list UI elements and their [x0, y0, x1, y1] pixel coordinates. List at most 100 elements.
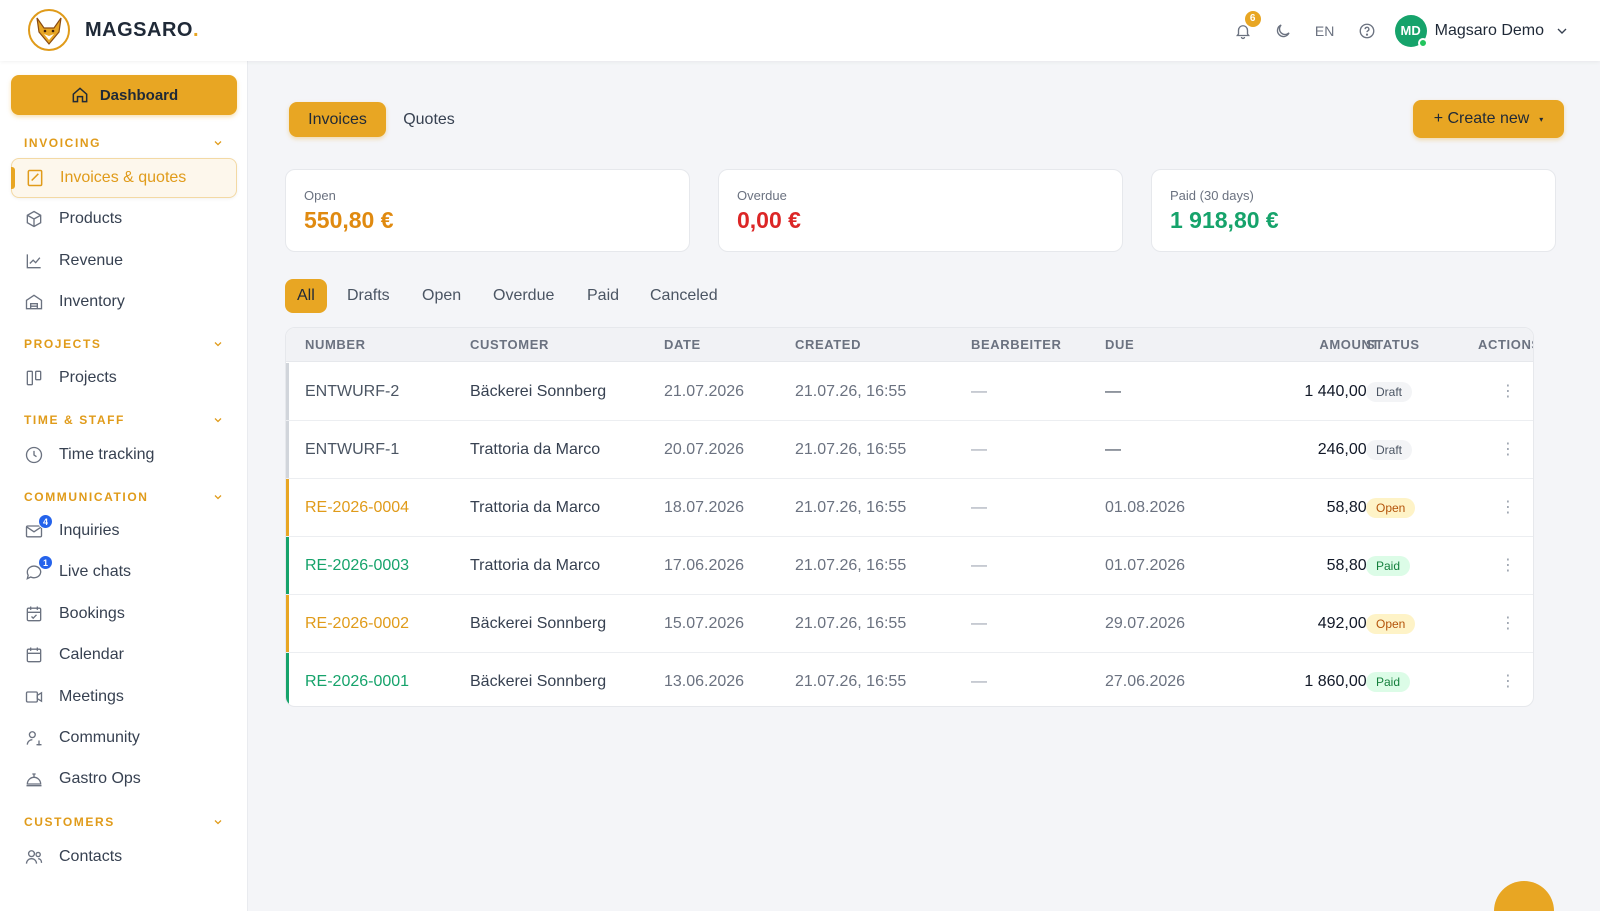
- help-icon[interactable]: [1355, 19, 1379, 43]
- col-actions: ACTIONS: [1478, 337, 1533, 352]
- chevron-down-icon: [214, 418, 222, 423]
- cell-customer: Bäckerei Sonnberg: [470, 673, 607, 690]
- notifications-count-badge: 6: [1244, 10, 1261, 27]
- filter-canceled[interactable]: Canceled: [650, 279, 718, 313]
- kpi-open-card: Open 550,80 €: [285, 169, 690, 252]
- create-new-button[interactable]: + Create new ▾: [1413, 100, 1564, 138]
- col-created[interactable]: CREATED: [795, 328, 861, 362]
- brand-logo[interactable]: MAGSARO.: [27, 8, 199, 52]
- cell-created: 21.07.26, 16:55: [795, 557, 907, 574]
- notifications-bell-icon[interactable]: 6: [1231, 10, 1261, 43]
- cell-number[interactable]: ENTWURF-2: [305, 363, 399, 421]
- sidebar-item-live-chats[interactable]: 1 Live chats: [11, 552, 237, 592]
- status-badge: Open: [1366, 498, 1416, 518]
- filter-overdue[interactable]: Overdue: [493, 279, 554, 313]
- sidebar-item-inquiries[interactable]: 4 Inquiries: [11, 511, 237, 551]
- cell-amount: 58,80 €: [1326, 499, 1380, 516]
- sidebar-item-invoices-quotes[interactable]: Invoices & quotes: [11, 158, 237, 198]
- cell-amount: 1 860,00 €: [1304, 673, 1380, 690]
- col-customer[interactable]: CUSTOMER: [470, 328, 549, 362]
- section-projects[interactable]: PROJECTS: [24, 336, 224, 352]
- status-badge: Paid: [1366, 672, 1411, 692]
- cell-number[interactable]: RE-2026-0004: [305, 479, 409, 537]
- cell-number[interactable]: RE-2026-0003: [305, 537, 409, 595]
- community-icon: [26, 731, 42, 746]
- floating-action-button[interactable]: [1494, 881, 1554, 911]
- kpi-open-label: Open: [304, 188, 336, 203]
- cell-number[interactable]: ENTWURF-1: [305, 421, 399, 479]
- sidebar-item-calendar[interactable]: Calendar: [11, 635, 237, 675]
- sidebar-item-community[interactable]: Community: [11, 718, 237, 758]
- row-actions-kebab-icon[interactable]: ⋮: [1500, 500, 1516, 516]
- cell-number[interactable]: RE-2026-0002: [305, 595, 409, 653]
- table-row[interactable]: ENTWURF-1 Trattoria da Marco 20.07.2026 …: [286, 421, 1533, 479]
- table-row[interactable]: RE-2026-0003 Trattoria da Marco 17.06.20…: [286, 537, 1533, 595]
- kanban-icon: [26, 370, 42, 386]
- table-row[interactable]: RE-2026-0001 Bäckerei Sonnberg 13.06.202…: [286, 653, 1533, 706]
- invoices-table: NUMBER CUSTOMER DATE CREATED BEARBEITER …: [285, 327, 1534, 707]
- row-actions-kebab-icon[interactable]: ⋮: [1500, 616, 1516, 632]
- cell-due: 01.07.2026: [1105, 557, 1186, 574]
- table-row[interactable]: ENTWURF-2 Bäckerei Sonnberg 21.07.2026 2…: [286, 363, 1533, 421]
- cell-due: 29.07.2026: [1105, 615, 1186, 632]
- col-due[interactable]: DUE: [1105, 328, 1134, 362]
- cell-bearbeiter: —: [971, 499, 987, 516]
- chevron-down-icon[interactable]: [1554, 23, 1570, 39]
- home-icon: [72, 87, 88, 103]
- sidebar-item-gastro-ops[interactable]: Gastro Ops: [11, 759, 237, 799]
- cell-date: 13.06.2026: [664, 673, 745, 690]
- sidebar-item-meetings[interactable]: Meetings: [11, 677, 237, 717]
- cell-amount: 492,00 €: [1317, 615, 1380, 632]
- col-date[interactable]: DATE: [664, 328, 701, 362]
- row-actions-kebab-icon[interactable]: ⋮: [1500, 442, 1516, 458]
- chevron-down-icon: [214, 820, 222, 825]
- box-icon: [26, 210, 42, 228]
- filter-open[interactable]: Open: [422, 279, 461, 313]
- dark-mode-moon-icon[interactable]: [1271, 19, 1295, 43]
- row-actions-kebab-icon[interactable]: ⋮: [1500, 384, 1516, 400]
- top-header: MAGSARO. 6 EN MD Magsaro Demo: [0, 0, 1600, 61]
- tab-invoices[interactable]: Invoices: [289, 102, 386, 137]
- section-customers[interactable]: CUSTOMERS: [24, 814, 224, 830]
- sidebar: Dashboard INVOICING Invoices & quotes Pr…: [0, 61, 248, 911]
- cell-number[interactable]: RE-2026-0001: [305, 653, 409, 706]
- filter-paid[interactable]: Paid: [587, 279, 619, 313]
- cell-customer: Bäckerei Sonnberg: [470, 383, 607, 400]
- sidebar-item-time-tracking[interactable]: Time tracking: [11, 435, 237, 475]
- section-invoicing[interactable]: INVOICING: [24, 135, 224, 151]
- language-switcher[interactable]: EN: [1311, 23, 1339, 39]
- cell-bearbeiter: —: [971, 557, 987, 574]
- sidebar-item-bookings[interactable]: Bookings: [11, 594, 237, 634]
- row-actions-kebab-icon[interactable]: ⋮: [1500, 674, 1516, 690]
- col-status[interactable]: STATUS: [1366, 328, 1420, 362]
- sidebar-item-revenue[interactable]: Revenue: [11, 241, 237, 281]
- table-row[interactable]: RE-2026-0004 Trattoria da Marco 18.07.20…: [286, 479, 1533, 537]
- col-bearbeiter[interactable]: BEARBEITER: [971, 328, 1062, 362]
- cell-bearbeiter: —: [971, 383, 987, 400]
- col-amount[interactable]: AMOUNT: [1270, 328, 1380, 362]
- sidebar-item-contacts[interactable]: Contacts: [11, 837, 237, 877]
- col-number[interactable]: NUMBER: [305, 328, 366, 362]
- table-row[interactable]: RE-2026-0002 Bäckerei Sonnberg 15.07.202…: [286, 595, 1533, 653]
- user-avatar[interactable]: MD: [1394, 14, 1428, 48]
- filter-all[interactable]: All: [285, 279, 327, 313]
- row-actions-kebab-icon[interactable]: ⋮: [1500, 558, 1516, 574]
- fox-logo-icon: [28, 9, 70, 51]
- sidebar-item-products[interactable]: Products: [11, 199, 237, 239]
- status-badge: Paid: [1366, 556, 1411, 576]
- tab-quotes[interactable]: Quotes: [396, 102, 462, 137]
- dashboard-button[interactable]: Dashboard: [11, 75, 237, 115]
- sidebar-item-projects[interactable]: Projects: [11, 358, 237, 398]
- filter-drafts[interactable]: Drafts: [347, 279, 390, 313]
- section-time-staff[interactable]: TIME & STAFF: [24, 412, 224, 428]
- chevron-down-icon: [214, 342, 222, 347]
- chevron-down-icon: [214, 141, 222, 146]
- section-communication[interactable]: COMMUNICATION: [24, 489, 224, 505]
- cell-created: 21.07.26, 16:55: [795, 441, 907, 458]
- cell-bearbeiter: —: [971, 441, 987, 458]
- user-name[interactable]: Magsaro Demo: [1435, 22, 1544, 40]
- clock-icon: [25, 446, 43, 464]
- sidebar-item-inventory[interactable]: Inventory: [11, 282, 237, 322]
- cell-amount: 58,80 €: [1326, 557, 1380, 574]
- kpi-paid-value: 1 918,80 €: [1170, 207, 1279, 233]
